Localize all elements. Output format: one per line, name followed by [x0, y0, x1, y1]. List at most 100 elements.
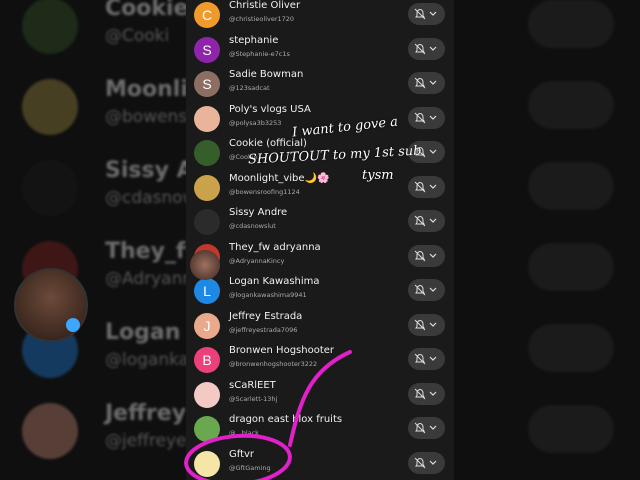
- chevron-down-icon: [429, 80, 437, 85]
- subscriber-name[interactable]: They_fw adryanna: [229, 242, 321, 253]
- avatar[interactable]: S: [194, 36, 220, 63]
- chevron-down-icon: [429, 115, 437, 120]
- notification-button[interactable]: [408, 417, 445, 439]
- notification-button[interactable]: [408, 313, 445, 336]
- avatar[interactable]: [194, 450, 220, 477]
- small-floating-avatar: [190, 250, 220, 280]
- subscriber-name[interactable]: dragon east blox fruits: [229, 414, 342, 425]
- overlay-line-3: tysm: [362, 168, 394, 183]
- notification-button[interactable]: [408, 451, 445, 474]
- subscriber-handle: @bowensroofing1124: [229, 187, 300, 196]
- bell-off-icon: [414, 388, 426, 399]
- subscriber-row[interactable]: C Christie Oliver @christieoliver1720: [186, 0, 454, 32]
- background-name: Jeffrey: [105, 401, 187, 426]
- subscriber-row[interactable]: Gftvr @GftGaming: [186, 447, 454, 480]
- chevron-down-icon: [429, 425, 437, 430]
- chevron-down-icon: [429, 356, 437, 361]
- avatar[interactable]: B: [194, 347, 220, 373]
- subscriber-name[interactable]: Gftvr: [229, 449, 254, 460]
- notification-button[interactable]: [408, 175, 445, 198]
- floating-avatar: [14, 268, 88, 342]
- subscriber-name[interactable]: stephanie: [229, 35, 278, 46]
- avatar[interactable]: [194, 209, 220, 235]
- background-bell-button: [528, 243, 614, 291]
- notification-button[interactable]: [408, 72, 445, 94]
- avatar[interactable]: [194, 381, 220, 408]
- background-avatar: [22, 79, 78, 135]
- bell-off-icon: [414, 8, 426, 20]
- subscriber-handle: @jeffreyestrada7096: [229, 325, 298, 334]
- subscriber-handle: @...black: [229, 429, 259, 437]
- subscriber-name[interactable]: Christie Oliver: [229, 0, 300, 11]
- bell-off-icon: [414, 457, 426, 468]
- chevron-down-icon: [429, 11, 437, 16]
- subscriber-row[interactable]: Sissy Andre @cdasnowslut: [186, 205, 454, 239]
- chevron-down-icon: [429, 460, 437, 465]
- subscriber-row[interactable]: J Jeffrey Estrada @jeffreyestrada7096: [186, 309, 454, 343]
- avatar[interactable]: [194, 174, 220, 201]
- chevron-down-icon: [429, 184, 437, 189]
- notification-button[interactable]: [408, 348, 445, 370]
- subscriber-name[interactable]: Jeffrey Estrada: [229, 311, 302, 322]
- subscriber-handle: @123sadcat: [229, 84, 270, 92]
- background-avatar: [22, 403, 78, 459]
- chevron-down-icon: [429, 46, 437, 51]
- subscriber-name[interactable]: Logan Kawashima: [229, 276, 320, 287]
- background-bell-button: [528, 81, 614, 129]
- avatar[interactable]: [194, 105, 220, 132]
- subscriber-name[interactable]: Moonlight_vibe🌙🌸: [229, 173, 329, 184]
- subscriber-row[interactable]: L Logan Kawashima @logankawashima9941: [186, 274, 454, 308]
- subscriber-row[interactable]: B Bronwen Hogshooter @bronwenhogshooter322…: [186, 343, 454, 377]
- subscriber-row[interactable]: They_fw adryanna @AdryannaKincy: [186, 240, 454, 274]
- bell-off-icon: [414, 181, 426, 192]
- notification-button[interactable]: [408, 279, 445, 301]
- subscriber-row[interactable]: sCaRlEET @Scarlett-13hj: [186, 378, 454, 412]
- chevron-down-icon: [429, 287, 437, 292]
- avatar[interactable]: L: [194, 278, 220, 304]
- bell-off-icon: [414, 422, 426, 434]
- subscriber-handle: @bronwenhogshooter3222: [229, 360, 318, 368]
- bell-off-icon: [414, 43, 426, 54]
- notification-button[interactable]: [408, 106, 445, 129]
- subscriber-name[interactable]: Sadie Bowman: [229, 69, 303, 80]
- avatar[interactable]: S: [194, 71, 220, 97]
- notification-button[interactable]: [408, 37, 445, 60]
- background-bell-button: [528, 162, 614, 210]
- notification-button[interactable]: [408, 3, 445, 25]
- background-bell-button: [528, 405, 614, 453]
- subscriber-name[interactable]: Sissy Andre: [229, 207, 287, 218]
- background-bell-button: [528, 0, 614, 48]
- chevron-down-icon: [429, 149, 437, 154]
- chevron-down-icon: [429, 322, 437, 327]
- chevron-down-icon: [429, 253, 437, 258]
- subscriber-row[interactable]: S Sadie Bowman @123sadcat: [186, 67, 454, 101]
- subscriber-row[interactable]: dragon east blox fruits @...black: [186, 412, 454, 446]
- bell-off-icon: [414, 353, 426, 365]
- avatar[interactable]: J: [194, 312, 220, 339]
- avatar[interactable]: C: [194, 2, 220, 28]
- bell-off-icon: [414, 250, 426, 261]
- subscriber-name[interactable]: sCaRlEET: [229, 380, 276, 391]
- background-avatar: [22, 160, 78, 216]
- subscriber-handle: @polysa3b3253: [229, 118, 282, 127]
- bell-off-icon: [414, 77, 426, 89]
- bell-off-icon: [414, 319, 426, 330]
- avatar[interactable]: [194, 416, 220, 442]
- notification-button[interactable]: [408, 244, 445, 267]
- subscriber-name[interactable]: Poly's vlogs USA: [229, 104, 311, 115]
- background-avatar: [22, 0, 78, 54]
- chevron-down-icon: [429, 218, 437, 223]
- notification-button[interactable]: [408, 210, 445, 232]
- subscriber-name[interactable]: Bronwen Hogshooter: [229, 345, 334, 356]
- subscriber-handle: @GftGaming: [229, 463, 271, 472]
- notification-button[interactable]: [408, 382, 445, 405]
- bell-off-icon: [414, 284, 426, 296]
- subscriber-row[interactable]: Moonlight_vibe🌙🌸 @bowensroofing1124: [186, 171, 454, 205]
- subscriber-row[interactable]: Sstephanie @Stephanie-e7c1s: [186, 33, 454, 67]
- subscriber-handle: @Scarlett-13hj: [229, 394, 278, 403]
- bell-off-icon: [414, 215, 426, 227]
- background-handle: @Cooki: [105, 26, 170, 46]
- bell-off-icon: [414, 112, 426, 123]
- floating-avatar-badge: [66, 318, 80, 332]
- avatar[interactable]: [194, 140, 220, 166]
